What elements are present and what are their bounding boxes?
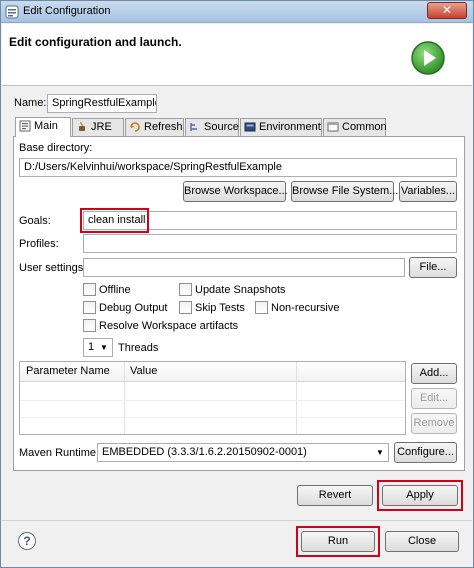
goals-label: Goals:: [19, 215, 51, 227]
maven-runtime-value: EMBEDDED (3.3.3/1.6.2.20150902-0001): [102, 446, 307, 458]
tab-source-label: Source: [204, 121, 239, 133]
refresh-icon: [130, 122, 140, 132]
eclipse-app-icon: [5, 5, 19, 19]
add-parameter-button[interactable]: Add...: [411, 363, 457, 384]
chevron-down-icon: ▼: [100, 343, 108, 352]
non-recursive-label: Non-recursive: [271, 302, 340, 314]
debug-output-checkbox[interactable]: [83, 301, 96, 314]
common-icon: [327, 122, 339, 132]
maven-runtime-select[interactable]: EMBEDDED (3.3.3/1.6.2.20150902-0001) ▼: [97, 443, 389, 462]
close-icon: ✕: [441, 3, 453, 17]
threads-value: 1: [88, 341, 95, 353]
window-title: Edit Configuration: [23, 5, 111, 17]
skip-tests-label: Skip Tests: [195, 302, 245, 314]
base-directory-label: Base directory:: [19, 142, 93, 154]
tab-main[interactable]: Main: [15, 117, 71, 137]
maven-runtime-label: Maven Runtime:: [19, 447, 100, 459]
chevron-down-icon: ▼: [376, 448, 384, 457]
close-button[interactable]: Close: [385, 531, 459, 552]
tab-common-label: Common: [342, 121, 387, 133]
column-divider: [124, 362, 125, 434]
configure-button[interactable]: Configure...: [394, 442, 457, 463]
tab-environment-label: Environment: [259, 121, 321, 133]
tab-jre-label: JRE: [91, 121, 112, 133]
variables-button[interactable]: Variables...: [399, 181, 457, 202]
update-snapshots-checkbox[interactable]: [179, 283, 192, 296]
tab-refresh[interactable]: Refresh: [125, 118, 184, 136]
remove-parameter-button[interactable]: Remove: [411, 413, 457, 434]
profiles-field[interactable]: [83, 234, 457, 253]
jre-icon: [79, 121, 85, 131]
table-row-divider: [20, 417, 405, 418]
revert-button[interactable]: Revert: [297, 485, 373, 506]
value-column-header[interactable]: Value: [130, 365, 157, 377]
window-close-button[interactable]: ✕: [427, 2, 467, 19]
skip-tests-checkbox[interactable]: [179, 301, 192, 314]
tab-common[interactable]: Common: [323, 118, 387, 136]
browse-workspace-button[interactable]: Browse Workspace...: [183, 181, 288, 202]
title-bar[interactable]: Edit Configuration ✕: [1, 1, 473, 23]
table-row-divider: [20, 400, 405, 401]
parameter-table-header: Parameter Name Value: [20, 362, 405, 382]
name-field[interactable]: SpringRestfulExample: [47, 94, 157, 113]
tab-source[interactable]: Source: [185, 118, 239, 136]
dialog-header: Edit configuration and launch.: [2, 24, 472, 86]
update-snapshots-label: Update Snapshots: [195, 284, 286, 296]
column-divider: [296, 362, 297, 434]
parameter-table[interactable]: Parameter Name Value: [19, 361, 406, 435]
apply-highlight-box: [377, 480, 463, 511]
edit-parameter-button[interactable]: Edit...: [411, 388, 457, 409]
threads-select[interactable]: 1 ▼: [83, 338, 113, 357]
user-settings-field[interactable]: [83, 258, 405, 277]
help-button[interactable]: ?: [18, 532, 36, 550]
tab-jre[interactable]: JRE: [72, 118, 124, 136]
tab-main-label: Main: [34, 120, 58, 132]
footer-separator: [2, 520, 472, 521]
base-directory-field[interactable]: D:/Users/Kelvinhui/workspace/SpringRestf…: [19, 158, 457, 177]
tab-environment[interactable]: Environment: [240, 118, 322, 136]
name-label: Name:: [14, 97, 47, 109]
resolve-workspace-label: Resolve Workspace artifacts: [99, 320, 239, 332]
help-icon: ?: [23, 534, 31, 548]
browse-file-system-button[interactable]: Browse File System...: [291, 181, 398, 202]
tab-refresh-label: Refresh: [144, 121, 183, 133]
main-tab-icon: [19, 120, 31, 132]
offline-checkbox[interactable]: [83, 283, 96, 296]
user-settings-label: User settings:: [19, 262, 87, 274]
run-launch-icon: [411, 41, 445, 75]
edit-configuration-dialog: Edit Configuration ✕ Edit configuration …: [0, 0, 474, 568]
threads-label: Threads: [118, 342, 159, 354]
file-button[interactable]: File...: [409, 257, 457, 278]
non-recursive-checkbox[interactable]: [255, 301, 268, 314]
source-icon: [190, 123, 197, 131]
profiles-label: Profiles:: [19, 238, 59, 250]
debug-output-label: Debug Output: [99, 302, 168, 314]
run-highlight-box: [296, 526, 380, 557]
parameter-name-column-header[interactable]: Parameter Name: [26, 365, 110, 377]
goals-highlight-box: [80, 208, 149, 233]
environment-icon: [244, 122, 256, 132]
dialog-heading: Edit configuration and launch.: [9, 35, 182, 49]
offline-label: Offline: [99, 284, 131, 296]
resolve-workspace-checkbox[interactable]: [83, 319, 96, 332]
